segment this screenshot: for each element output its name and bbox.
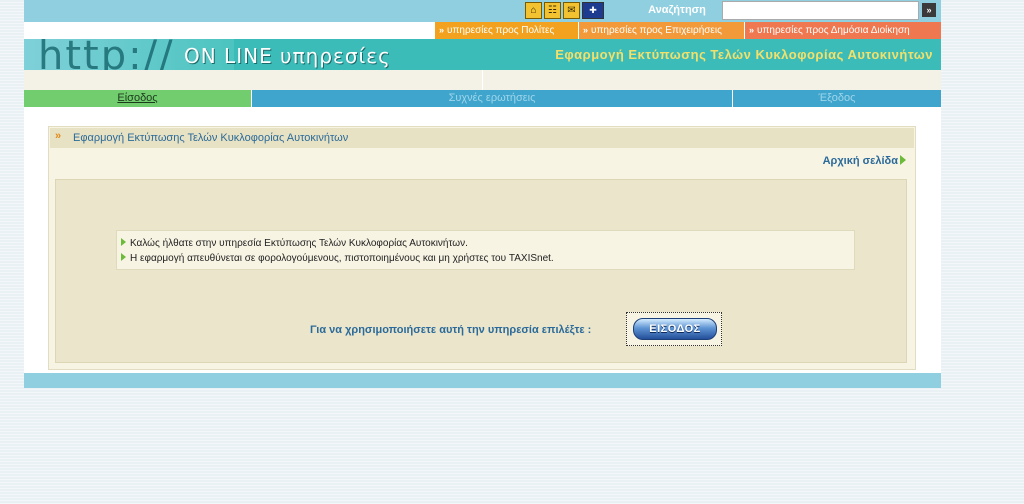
info-line-text: Καλώς ήλθατε στην υπηρεσία Εκτύπωσης Τελ… (130, 238, 468, 249)
panel-header: » Εφαρμογή Εκτύπωσης Τελών Κυκλοφορίας Α… (50, 128, 914, 148)
nav-faq[interactable]: Συχνές ερωτήσεις (251, 90, 732, 107)
double-arrow-icon: » (583, 25, 589, 35)
inner-box: Καλώς ήλθατε στην υπηρεσία Εκτύπωσης Τελ… (55, 179, 907, 363)
online-services-logo: ON LINE υπηρεσίες (184, 44, 391, 68)
home-icon[interactable]: ⌂ (525, 2, 542, 19)
home-page-label: Αρχική σελίδα (822, 155, 898, 167)
info-line-text: Η εφαρμογή απευθύνεται σε φορολογούμενου… (130, 253, 554, 264)
app-panel: » Εφαρμογή Εκτύπωσης Τελών Κυκλοφορίας Α… (48, 126, 916, 370)
double-arrow-icon: » (749, 25, 755, 35)
sitemap-icon[interactable]: ☷ (544, 2, 561, 19)
top-icons: ⌂ ☷ ✉ ✚ (525, 2, 604, 19)
login-button[interactable]: ΕΙΣΟΔΟΣ (626, 312, 722, 346)
services-bar: » υπηρεσίες προς Πολίτες » υπηρεσίες προς … (24, 22, 941, 39)
triangle-right-icon (900, 155, 906, 165)
banner-title: Εφαρμογή Εκτύπωσης Τελών Κυκλοφορίας Αυτ… (555, 47, 933, 62)
info-box: Καλώς ήλθατε στην υπηρεσία Εκτύπωσης Τελ… (116, 230, 855, 270)
nav-login[interactable]: Είσοδος (24, 90, 251, 107)
uk-flag-icon[interactable]: ✚ (582, 2, 604, 19)
services-citizens-label: υπηρεσίες προς Πολίτες (447, 25, 555, 36)
services-public-admin-label: υπηρεσίες προς Δημόσια Διοίκηση (757, 25, 910, 36)
info-line: Καλώς ήλθατε στην υπηρεσία Εκτύπωσης Τελ… (121, 236, 854, 251)
banner: http:// ON LINE υπηρεσίες Εφαρμογή Εκτύπ… (24, 39, 941, 70)
sub-banner-strip (24, 70, 941, 90)
nav-logout[interactable]: Έξοδος (732, 90, 941, 107)
cta-text: Για να χρησιμοποιήσετε αυτή την υπηρεσία… (310, 324, 592, 336)
services-citizens-link[interactable]: » υπηρεσίες προς Πολίτες (435, 22, 578, 39)
double-arrow-icon: » (439, 25, 445, 35)
search-input[interactable] (722, 1, 919, 20)
footer-bar (24, 373, 941, 388)
triangle-right-icon (121, 238, 126, 246)
login-button-label: ΕΙΣΟΔΟΣ (633, 318, 717, 340)
banner-http-text: http:// (38, 39, 175, 70)
services-business-link[interactable]: » υπηρεσίες προς Επιχειρήσεις (579, 22, 744, 39)
search-go-button[interactable]: » (922, 3, 936, 17)
search-label: Αναζήτηση (648, 4, 706, 16)
main-nav: Είσοδος Συχνές ερωτήσεις Έξοδος (24, 90, 941, 107)
home-page-link[interactable]: Αρχική σελίδα (823, 155, 906, 167)
panel-title: Εφαρμογή Εκτύπωσης Τελών Κυκλοφορίας Αυτ… (73, 132, 349, 144)
info-line: Η εφαρμογή απευθύνεται σε φορολογούμενου… (121, 251, 854, 266)
services-public-admin-link[interactable]: » υπηρεσίες προς Δημόσια Διοίκηση (745, 22, 941, 39)
top-bar: ⌂ ☷ ✉ ✚ Αναζήτηση » (24, 0, 941, 22)
double-arrow-icon: » (55, 130, 62, 142)
contact-icon[interactable]: ✉ (563, 2, 580, 19)
services-business-label: υπηρεσίες προς Επιχειρήσεις (591, 25, 722, 36)
page: ⌂ ☷ ✉ ✚ Αναζήτηση » » υπηρεσίες προς Πολί… (24, 0, 941, 388)
main-content: » Εφαρμογή Εκτύπωσης Τελών Κυκλοφορίας Α… (24, 107, 941, 373)
triangle-right-icon (121, 253, 126, 261)
strip-divider (482, 70, 483, 90)
